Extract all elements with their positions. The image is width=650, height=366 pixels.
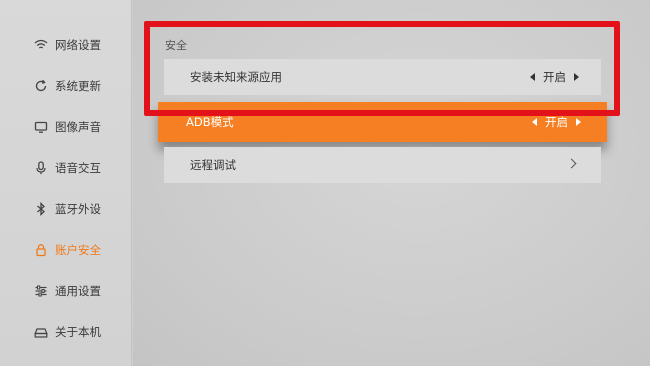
sliders-icon	[34, 284, 48, 298]
setting-value: 开启	[545, 115, 568, 129]
sidebar-item-bluetooth[interactable]: 蓝牙外设	[0, 197, 132, 221]
device-icon	[34, 325, 48, 339]
wifi-icon	[34, 38, 48, 52]
sidebar-item-voice[interactable]: 语音交互	[0, 156, 132, 180]
sidebar-item-label: 语音交互	[55, 161, 101, 175]
sidebar-item-label: 关于本机	[55, 325, 101, 339]
sidebar-item-about[interactable]: 关于本机	[0, 320, 132, 344]
sidebar-item-label: 账户安全	[55, 243, 101, 257]
setting-label: ADB模式	[186, 115, 234, 129]
sidebar-item-network[interactable]: 网络设置	[0, 33, 132, 57]
chevron-right-icon	[566, 158, 577, 169]
sidebar-item-general[interactable]: 通用设置	[0, 279, 132, 303]
sidebar-item-label: 系统更新	[55, 79, 101, 93]
monitor-icon	[34, 120, 48, 134]
refresh-icon	[34, 79, 48, 93]
sidebar: 网络设置 系统更新 图像声音 语音交互 蓝牙外设 账户安全 通用设置 关于本机	[0, 0, 132, 366]
sidebar-item-label: 图像声音	[55, 120, 101, 134]
arrow-left-icon[interactable]	[532, 118, 537, 126]
sidebar-item-label: 网络设置	[55, 38, 101, 52]
sidebar-item-system-update[interactable]: 系统更新	[0, 74, 132, 98]
sidebar-item-label: 通用设置	[55, 284, 101, 298]
value-selector[interactable]: 开启	[532, 114, 581, 130]
arrow-right-icon[interactable]	[576, 118, 581, 126]
bluetooth-icon	[34, 202, 48, 216]
sidebar-item-display-sound[interactable]: 图像声音	[0, 115, 132, 139]
annotation-highlight-box	[144, 21, 620, 116]
microphone-icon	[34, 161, 48, 175]
lock-icon	[34, 243, 48, 257]
sidebar-item-account-security[interactable]: 账户安全	[0, 238, 132, 262]
setting-label: 远程调试	[190, 158, 236, 172]
setting-row-remote-debug[interactable]: 远程调试	[164, 147, 601, 183]
sidebar-item-label: 蓝牙外设	[55, 202, 101, 216]
